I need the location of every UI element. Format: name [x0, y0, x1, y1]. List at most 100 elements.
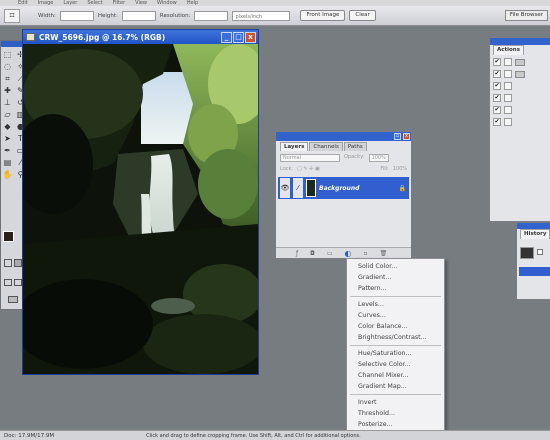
menu-item-invert[interactable]: Invert: [347, 397, 444, 408]
width-label: Width:: [38, 12, 56, 19]
panel-minimize-icon[interactable]: ▫: [394, 133, 401, 140]
eraser-tool-icon[interactable]: ▱: [2, 109, 13, 120]
menu-item-gradient-map[interactable]: Gradient Map...: [347, 381, 444, 392]
menu-separator: [350, 394, 441, 395]
menu-item-pattern[interactable]: Pattern...: [347, 283, 444, 294]
units-select[interactable]: pixels/inch: [232, 10, 291, 21]
actions-panel-header[interactable]: [490, 38, 550, 45]
width-input[interactable]: [59, 10, 94, 21]
brush-link-icon[interactable]: ⁄: [293, 178, 303, 198]
clone-stamp-icon[interactable]: ⊥: [2, 97, 13, 108]
opacity-input[interactable]: 100%: [368, 154, 389, 162]
blur-tool-icon[interactable]: ◆: [2, 121, 13, 132]
layers-panel-header[interactable]: ▫ x: [276, 132, 411, 141]
notes-tool-icon[interactable]: ▤: [2, 157, 13, 168]
fill-label: Fill:: [380, 166, 389, 172]
action-checkbox[interactable]: ✔: [493, 118, 501, 126]
history-panel: History: [516, 222, 550, 300]
tab-history[interactable]: History: [520, 229, 550, 239]
status-hint: Click and drag to define cropping frame.…: [146, 432, 361, 439]
blend-mode-select[interactable]: Normal: [280, 154, 340, 162]
action-checkbox[interactable]: ✔: [493, 106, 501, 114]
history-brush-source-icon[interactable]: [537, 249, 543, 255]
document-titlebar[interactable]: CRW_5696.jpg @ 16.7% (RGB) _ □ x: [23, 30, 258, 44]
doc-size-readout[interactable]: Doc: 17.9M/17.9M: [4, 433, 54, 439]
status-bar: Doc: 17.9M/17.9M Click and drag to defin…: [0, 430, 550, 440]
resolution-input[interactable]: [194, 10, 229, 21]
menu-item-brightness-contrast[interactable]: Brightness/Contrast...: [347, 332, 444, 343]
foreground-color-swatch[interactable]: [3, 231, 14, 242]
new-layer-icon[interactable]: ▫: [364, 250, 368, 257]
screen-mode-icon[interactable]: [4, 279, 12, 286]
layer-style-icon[interactable]: ƒ: [296, 250, 298, 257]
document-window: CRW_5696.jpg @ 16.7% (RGB) _ □ x: [22, 29, 259, 375]
height-input[interactable]: [121, 10, 156, 21]
clear-button[interactable]: Clear: [349, 10, 376, 21]
menu-item-curves[interactable]: Curves...: [347, 310, 444, 321]
resolution-label: Resolution:: [159, 12, 191, 19]
layer-row-background[interactable]: 👁 ⁄ Background 🔒: [278, 177, 409, 199]
trash-icon[interactable]: 🗑: [380, 250, 388, 257]
jump-to-imageready-icon[interactable]: [8, 296, 18, 303]
waterfall-photo[interactable]: [23, 44, 258, 374]
front-image-button[interactable]: Front Image: [300, 10, 346, 21]
lock-icons[interactable]: ▢ ✎ ✢ ▣: [297, 166, 320, 173]
tab-actions[interactable]: Actions: [493, 45, 524, 55]
adjustment-layer-icon[interactable]: ◐: [345, 249, 352, 258]
layer-mask-icon[interactable]: ◘: [310, 250, 315, 257]
height-label: Height:: [97, 12, 118, 19]
minimize-button[interactable]: _: [221, 31, 232, 43]
tab-layers[interactable]: Layers: [280, 142, 309, 151]
standard-mode-icon[interactable]: [4, 259, 12, 267]
close-button[interactable]: x: [245, 31, 256, 43]
eye-icon[interactable]: 👁: [280, 178, 290, 198]
action-dialog-toggle[interactable]: [504, 70, 512, 78]
action-checkbox[interactable]: ✔: [493, 58, 501, 66]
history-state-selected[interactable]: [519, 267, 550, 276]
action-dialog-toggle[interactable]: [504, 58, 512, 66]
menu-item-posterize[interactable]: Posterize...: [347, 419, 444, 430]
tab-channels[interactable]: Channels: [309, 142, 343, 151]
crop-icon[interactable]: ⌗: [2, 73, 13, 84]
action-checkbox[interactable]: ✔: [493, 82, 501, 90]
menu-item-levels[interactable]: Levels...: [347, 299, 444, 310]
menu-item-solid-color[interactable]: Solid Color...: [347, 261, 444, 272]
folder-icon: [515, 58, 525, 66]
action-dialog-toggle[interactable]: [504, 94, 512, 102]
fill-input[interactable]: 100%: [393, 166, 407, 173]
opacity-label: Opacity:: [344, 154, 365, 160]
hand-tool-icon[interactable]: ✋: [2, 169, 13, 180]
menu-item-selective-color[interactable]: Selective Color...: [347, 359, 444, 370]
history-snapshot-thumbnail[interactable]: [520, 247, 534, 259]
action-dialog-toggle[interactable]: [504, 82, 512, 90]
document-title: CRW_5696.jpg @ 16.7% (RGB): [39, 32, 166, 42]
menu-item-hue-saturation[interactable]: Hue/Saturation...: [347, 348, 444, 359]
menu-item-threshold[interactable]: Threshold...: [347, 408, 444, 419]
adjustment-layer-menu: Solid Color... Gradient... Pattern... Le…: [346, 258, 445, 438]
menu-item-color-balance[interactable]: Color Balance...: [347, 321, 444, 332]
quick-mask-icon[interactable]: [14, 259, 22, 267]
layer-name: Background: [319, 184, 360, 192]
action-checkbox[interactable]: ✔: [493, 70, 501, 78]
file-browser-button[interactable]: File Browser: [504, 10, 548, 21]
menu-item-channel-mixer[interactable]: Channel Mixer...: [347, 370, 444, 381]
action-dialog-toggle[interactable]: [504, 106, 512, 114]
action-dialog-toggle[interactable]: [504, 118, 512, 126]
menu-item-gradient[interactable]: Gradient...: [347, 272, 444, 283]
lock-icon: 🔒: [398, 184, 406, 192]
maximize-button[interactable]: □: [233, 31, 244, 43]
tab-paths[interactable]: Paths: [343, 142, 367, 151]
layers-panel: ▫ x Layers Channels Paths Normal Opacity…: [275, 131, 412, 259]
panel-close-icon[interactable]: x: [403, 133, 410, 140]
layer-set-icon[interactable]: ▭: [327, 250, 333, 257]
layers-footer: ƒ ◘ ▭ ◐ ▫ 🗑: [276, 247, 411, 258]
crop-tool-icon[interactable]: ⌗: [4, 8, 20, 23]
action-checkbox[interactable]: ✔: [493, 94, 501, 102]
pen-tool-icon[interactable]: ✒: [2, 145, 13, 156]
healing-brush-icon[interactable]: ✚: [2, 85, 13, 96]
lasso-tool-icon[interactable]: ◌: [2, 61, 13, 72]
full-screen-icon[interactable]: [14, 279, 22, 286]
marquee-tool-icon[interactable]: ⬚: [2, 49, 13, 60]
options-bar: ⌗ Width: Height: Resolution: pixels/inch…: [0, 6, 550, 26]
path-select-icon[interactable]: ➤: [2, 133, 13, 144]
